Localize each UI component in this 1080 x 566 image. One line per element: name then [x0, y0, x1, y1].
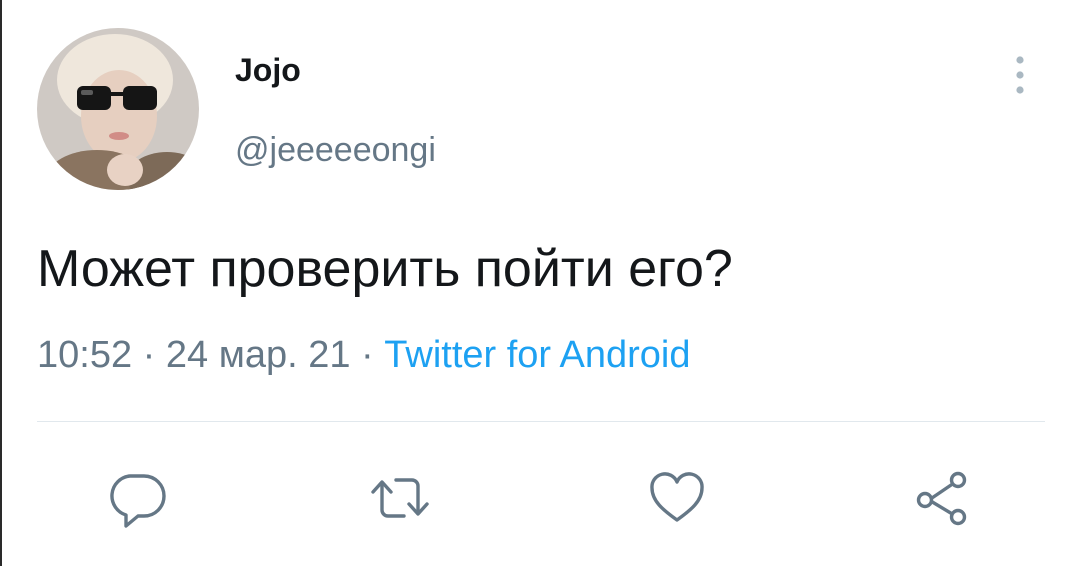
user-handle[interactable]: @jeeeeeongi — [235, 133, 436, 167]
reply-icon — [110, 474, 166, 528]
divider — [37, 421, 1045, 422]
tweet-date[interactable]: 24 мар. 21 — [166, 334, 351, 376]
window-edge — [0, 0, 2, 566]
tweet-time[interactable]: 10:52 — [37, 334, 132, 376]
share-button[interactable] — [910, 466, 974, 530]
reply-button[interactable] — [106, 466, 170, 530]
meta-separator: · — [361, 334, 374, 376]
meta-separator: · — [142, 334, 156, 376]
tweet-text: Может проверить пойти его? — [37, 240, 733, 298]
avatar-image — [37, 28, 199, 190]
retweet-button[interactable] — [368, 466, 432, 530]
more-options-button[interactable] — [1000, 50, 1040, 100]
heart-icon — [650, 472, 704, 522]
avatar[interactable] — [37, 28, 199, 190]
display-name[interactable]: Jojo — [235, 54, 301, 86]
share-icon — [916, 471, 967, 526]
retweet-icon — [371, 478, 429, 518]
more-vertical-icon — [1016, 56, 1024, 94]
like-button[interactable] — [645, 466, 709, 530]
tweet-metadata: 10:52 · 24 мар. 21 · Twitter for Android — [37, 336, 691, 374]
tweet-source-link[interactable]: Twitter for Android — [384, 334, 690, 376]
